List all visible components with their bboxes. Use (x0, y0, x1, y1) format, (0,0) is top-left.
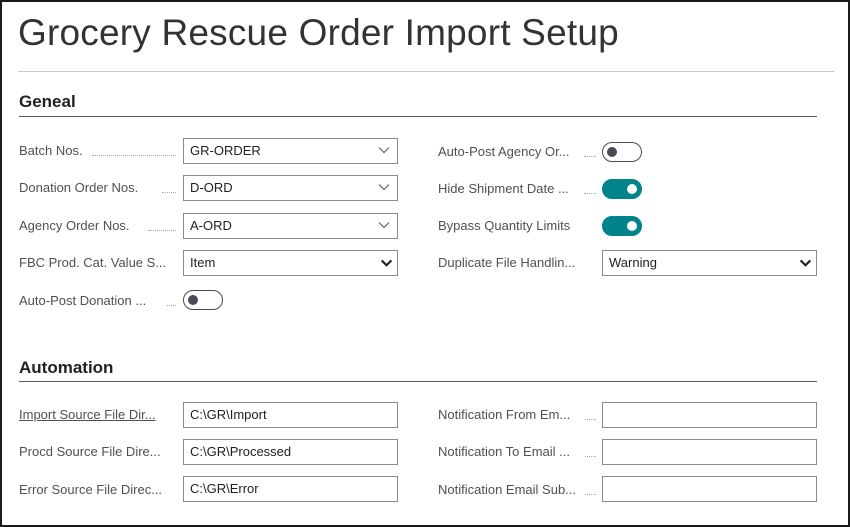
procd-source-value: C:\GR\Processed (190, 444, 292, 459)
dots-leader (167, 304, 176, 306)
auto-post-agency-label: Auto-Post Agency Or... (438, 144, 570, 159)
toggle-knob (607, 146, 617, 157)
fbc-prod-cat-label: FBC Prod. Cat. Value S... (19, 255, 167, 270)
notification-subject-label: Notification Email Sub... (438, 482, 577, 497)
donation-order-nos-field[interactable]: D-ORD (183, 175, 398, 201)
section-automation-divider (19, 381, 817, 382)
notification-from-label: Notification From Em... (438, 407, 571, 422)
duplicate-file-handling-select[interactable]: Warning (602, 250, 817, 276)
toggle-knob (627, 183, 637, 194)
section-general-title[interactable]: Geneal (19, 92, 76, 112)
chevron-down-icon[interactable] (380, 256, 393, 269)
duplicate-file-handling-label: Duplicate File Handlin... (438, 255, 576, 270)
donation-order-nos-value: D-ORD (190, 180, 233, 195)
bypass-quantity-limits-toggle[interactable] (602, 216, 642, 236)
toggle-knob (627, 220, 637, 231)
section-general-divider (19, 116, 817, 117)
agency-order-nos-label: Agency Order Nos. (19, 218, 130, 233)
donation-order-nos-label: Donation Order Nos. (19, 180, 139, 195)
title-divider (18, 71, 834, 72)
notification-from-field[interactable] (602, 402, 817, 428)
batch-nos-field[interactable]: GR-ORDER (183, 138, 398, 164)
toggle-knob (188, 294, 198, 305)
error-source-field[interactable]: C:\GR\Error (183, 476, 398, 502)
page-title: Grocery Rescue Order Import Setup (18, 12, 619, 53)
chevron-down-icon[interactable] (378, 219, 390, 231)
error-source-label: Error Source File Direc... (19, 482, 163, 497)
hide-shipment-date-label: Hide Shipment Date ... (438, 181, 569, 196)
setup-page: Grocery Rescue Order Import Setup Geneal… (0, 0, 850, 527)
duplicate-file-handling-value: Warning (609, 255, 657, 270)
dots-leader (162, 191, 176, 193)
dots-leader (92, 154, 176, 156)
auto-post-donation-toggle[interactable] (183, 290, 223, 310)
dots-leader (585, 418, 596, 420)
auto-post-agency-toggle[interactable] (602, 142, 642, 162)
notification-to-label: Notification To Email ... (438, 444, 570, 459)
hide-shipment-date-toggle[interactable] (602, 179, 642, 199)
fbc-prod-cat-value: Item (190, 255, 216, 270)
agency-order-nos-value: A-ORD (190, 218, 232, 233)
dots-leader (584, 155, 596, 157)
error-source-value: C:\GR\Error (190, 481, 259, 496)
notification-subject-field[interactable] (602, 476, 817, 502)
dots-leader (585, 455, 596, 457)
dots-leader (584, 192, 596, 194)
auto-post-donation-label: Auto-Post Donation ... (19, 293, 147, 308)
notification-to-field[interactable] (602, 439, 817, 465)
bypass-quantity-limits-label: Bypass Quantity Limits (438, 218, 571, 233)
procd-source-field[interactable]: C:\GR\Processed (183, 439, 398, 465)
procd-source-label: Procd Source File Dire... (19, 444, 161, 459)
agency-order-nos-field[interactable]: A-ORD (183, 213, 398, 239)
section-automation-title[interactable]: Automation (19, 358, 113, 378)
dots-leader (585, 493, 596, 495)
batch-nos-value: GR-ORDER (190, 143, 261, 158)
import-source-value: C:\GR\Import (190, 407, 267, 422)
dots-leader (148, 229, 176, 231)
chevron-down-icon[interactable] (378, 144, 390, 156)
import-source-field[interactable]: C:\GR\Import (183, 402, 398, 428)
batch-nos-label: Batch Nos. (19, 143, 83, 158)
chevron-down-icon[interactable] (378, 181, 390, 193)
import-source-label[interactable]: Import Source File Dir... (19, 406, 167, 424)
chevron-down-icon[interactable] (799, 256, 812, 269)
fbc-prod-cat-select[interactable]: Item (183, 250, 398, 276)
